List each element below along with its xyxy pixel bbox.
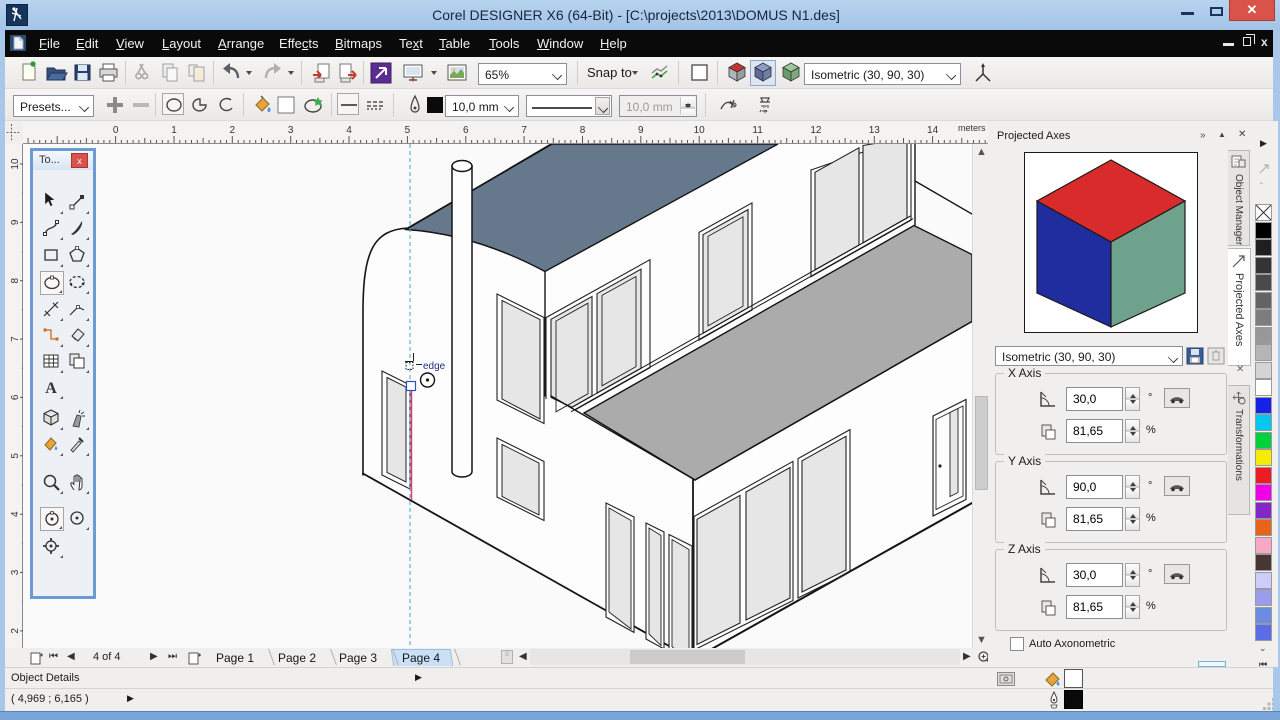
svg-text:4: 4 — [10, 511, 21, 517]
svg-text:6: 6 — [463, 125, 469, 136]
svg-text:8: 8 — [10, 277, 21, 283]
svg-text:5: 5 — [405, 125, 411, 136]
svg-text:5: 5 — [10, 453, 21, 459]
svg-text:3: 3 — [10, 569, 21, 575]
svg-text:8: 8 — [580, 125, 586, 136]
svg-text:A: A — [45, 380, 57, 397]
svg-text:3: 3 — [288, 125, 294, 136]
svg-text:10: 10 — [10, 158, 21, 170]
svg-text:11: 11 — [752, 125, 763, 136]
svg-text:7: 7 — [10, 336, 21, 342]
svg-text:13: 13 — [869, 125, 881, 136]
svg-text:10: 10 — [694, 125, 706, 136]
svg-text:2: 2 — [230, 125, 236, 136]
svg-text:edge: edge — [423, 361, 446, 372]
svg-text:12: 12 — [810, 125, 822, 136]
svg-text:1: 1 — [171, 125, 177, 136]
svg-text:6: 6 — [10, 394, 21, 400]
svg-text:2: 2 — [10, 628, 21, 634]
svg-text:meters: meters — [958, 123, 986, 133]
svg-text:9: 9 — [638, 125, 644, 136]
svg-text:4: 4 — [346, 125, 352, 136]
svg-text:0: 0 — [113, 125, 119, 136]
svg-text:9: 9 — [10, 219, 21, 225]
svg-text:14: 14 — [927, 125, 939, 136]
svg-text:7: 7 — [521, 125, 527, 136]
